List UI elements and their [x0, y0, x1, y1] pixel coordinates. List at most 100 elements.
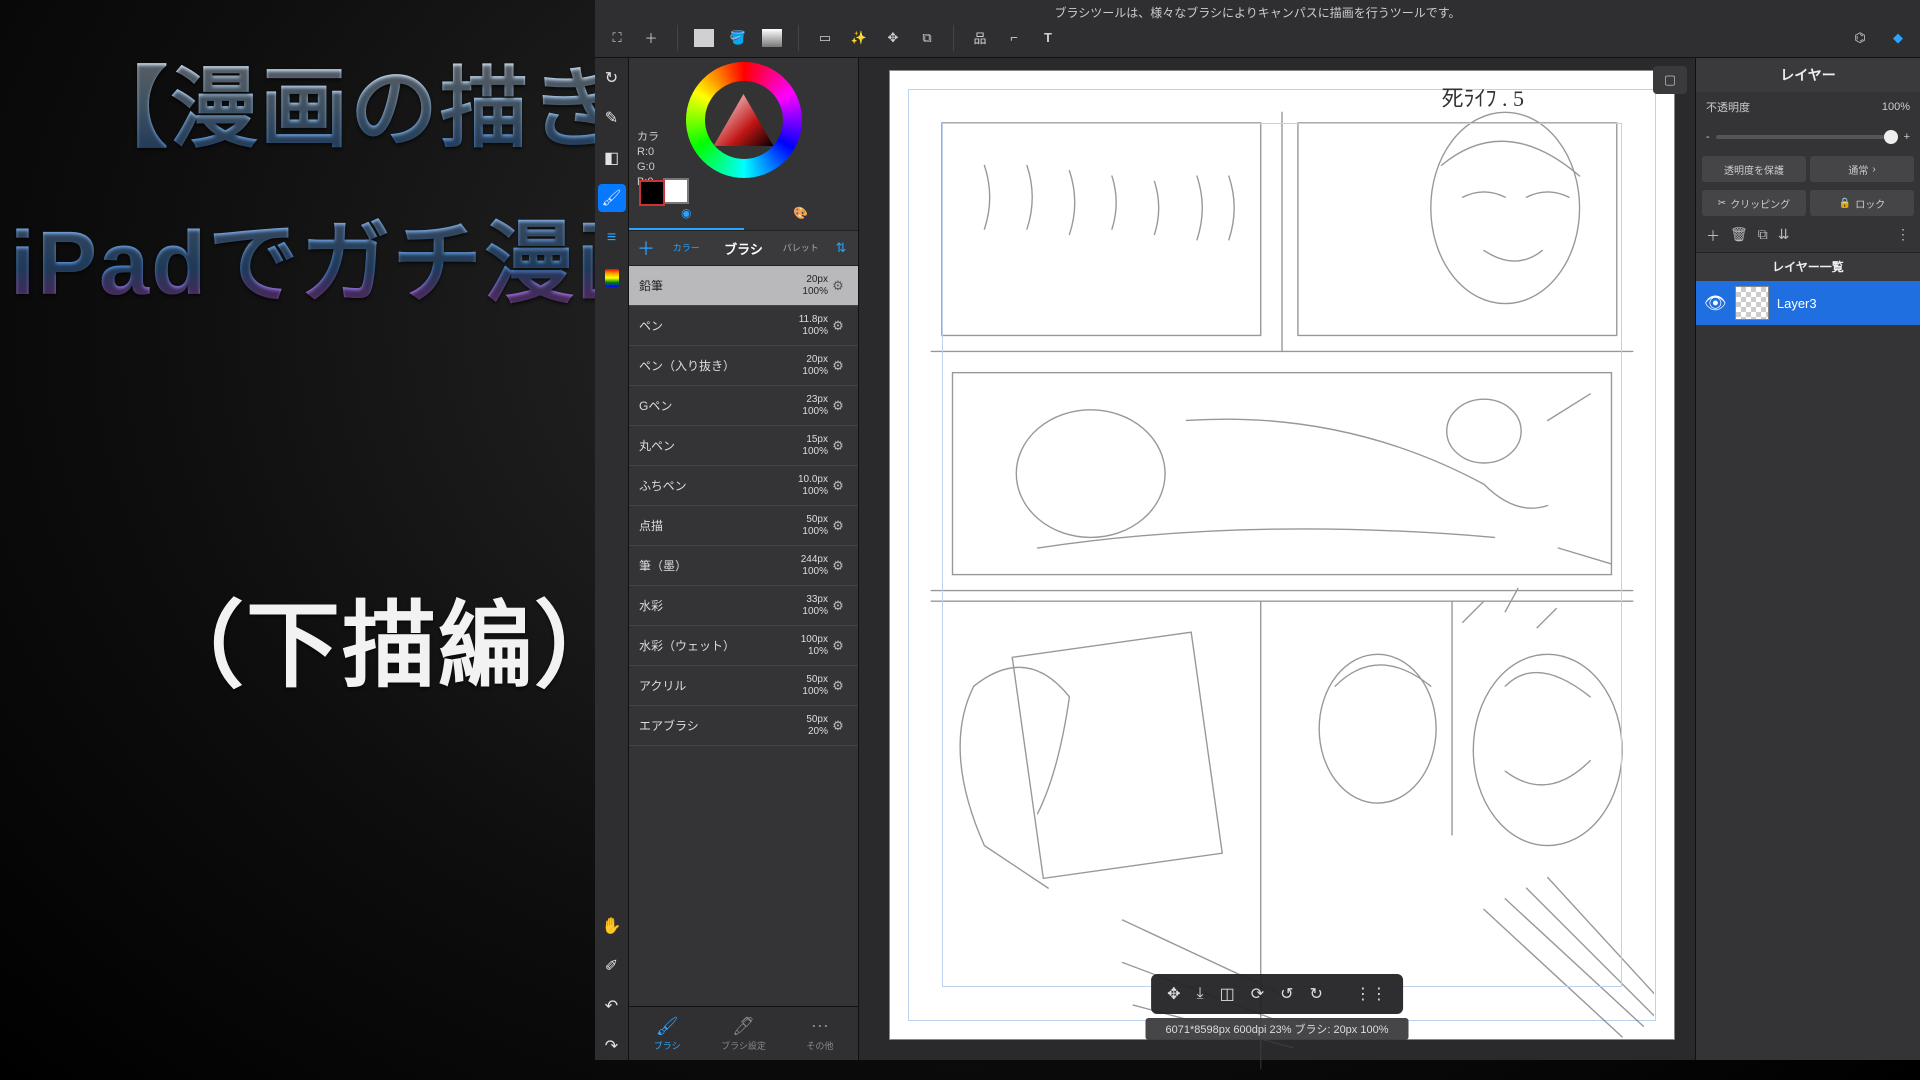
brush-values: 23px100%: [768, 394, 828, 418]
opacity-slider[interactable]: -+: [1696, 122, 1920, 152]
select-rect-icon[interactable]: ▭: [813, 26, 837, 50]
brush-item[interactable]: 点描50px100%⚙: [629, 506, 858, 546]
tooltip-hint: ブラシツールは、様々なブラシによりキャンパスに描画を行うツールです。: [595, 4, 1920, 21]
layers-icon[interactable]: ◆: [1886, 26, 1910, 50]
brush-values: 20px100%: [768, 354, 828, 378]
duplicate-layer-button[interactable]: ⧉: [1758, 226, 1768, 246]
brush-values: 100px10%: [768, 634, 828, 658]
tool-grid-icon[interactable]: ⋮⋮: [1355, 984, 1387, 1004]
add-icon[interactable]: ＋: [639, 26, 663, 50]
sketch-layer: [910, 91, 1654, 1080]
brush-name: エアブラシ: [639, 717, 768, 734]
undo-icon[interactable]: ↶: [598, 992, 626, 1020]
canvas-area[interactable]: ▢ 死ﾗｲﾌ . 5: [859, 0, 1695, 1060]
hand-tool-icon[interactable]: ✋: [598, 912, 626, 940]
gear-icon[interactable]: ⚙: [828, 438, 848, 454]
brush-list: 鉛筆20px100%⚙ペン11.8px100%⚙ペン（入り抜き）20px100%…: [629, 266, 858, 1006]
materials-icon[interactable]: ⌬: [1848, 26, 1872, 50]
brush-name: 鉛筆: [639, 277, 768, 294]
gear-icon[interactable]: ⚙: [828, 558, 848, 574]
layer-item[interactable]: 👁 Layer3: [1696, 281, 1920, 325]
visibility-icon[interactable]: 👁: [1704, 293, 1727, 314]
brush-item[interactable]: ふちペン10.0px100%⚙: [629, 466, 858, 506]
redo-icon[interactable]: ↷: [598, 1032, 626, 1060]
navigator-button[interactable]: ▢: [1653, 66, 1687, 94]
tool-move-icon[interactable]: ✥: [1167, 984, 1180, 1004]
transform-icon[interactable]: ✥: [881, 26, 905, 50]
lock-button[interactable]: 🔒 ロック: [1810, 190, 1914, 216]
rotate-tool-icon[interactable]: ↻: [598, 64, 626, 92]
gear-icon[interactable]: ⚙: [828, 398, 848, 414]
manga-page[interactable]: 死ﾗｲﾌ . 5: [889, 70, 1675, 1040]
color-tool-icon[interactable]: [598, 264, 626, 292]
sort-brush-button[interactable]: ⇅: [824, 240, 858, 256]
gear-icon[interactable]: ⚙: [828, 638, 848, 654]
wand-icon[interactable]: ✨: [847, 26, 871, 50]
layer-menu-button[interactable]: ⋮: [1896, 226, 1910, 246]
add-brush-button[interactable]: ＋: [629, 235, 663, 261]
brush-item[interactable]: 鉛筆20px100%⚙: [629, 266, 858, 306]
gear-icon[interactable]: ⚙: [828, 518, 848, 534]
gear-icon[interactable]: ⚙: [828, 318, 848, 334]
brush-name: Gペン: [639, 397, 768, 414]
gear-icon[interactable]: ⚙: [828, 718, 848, 734]
foreground-swatch[interactable]: [692, 26, 716, 50]
panel-icon[interactable]: 品: [968, 26, 992, 50]
tool-rotate-left-icon[interactable]: ↺: [1280, 984, 1293, 1004]
gear-icon[interactable]: ⚙: [828, 678, 848, 694]
brush-item[interactable]: エアブラシ50px20%⚙: [629, 706, 858, 746]
eyedropper-tool-icon[interactable]: ✐: [598, 952, 626, 980]
tool-deselect-icon[interactable]: ◫: [1220, 984, 1235, 1004]
tool-rotate-right-icon[interactable]: ↻: [1310, 984, 1323, 1004]
merge-layer-button[interactable]: ⇊: [1778, 226, 1790, 246]
gradient-swatch[interactable]: [760, 26, 784, 50]
bucket-icon[interactable]: 🪣: [726, 26, 750, 50]
brush-name: ペン（入り抜き）: [639, 357, 768, 374]
tab-palette[interactable]: 🎨パレット: [744, 196, 859, 230]
tool-import-icon[interactable]: ⤓: [1196, 985, 1203, 1003]
protect-alpha-button[interactable]: 透明度を保護: [1702, 156, 1806, 182]
brush-item[interactable]: 水彩（ウェット）100px10%⚙: [629, 626, 858, 666]
brush-item[interactable]: ペン11.8px100%⚙: [629, 306, 858, 346]
brush-item[interactable]: アクリル50px100%⚙: [629, 666, 858, 706]
fullscreen-icon[interactable]: ⛶: [605, 26, 629, 50]
brush-item[interactable]: 筆（墨）244px100%⚙: [629, 546, 858, 586]
overlay-title-line3: （下描編）: [150, 570, 630, 706]
tool-reset-rotate-icon[interactable]: ⟳: [1251, 984, 1264, 1004]
brush-item[interactable]: 丸ペン15px100%⚙: [629, 426, 858, 466]
blend-mode-button[interactable]: 通常 ›: [1810, 156, 1914, 182]
brush-name: ペン: [639, 317, 768, 334]
gear-icon[interactable]: ⚙: [828, 478, 848, 494]
ruler-icon[interactable]: ⌐: [1002, 26, 1026, 50]
brush-name: 水彩: [639, 597, 768, 614]
gear-icon[interactable]: ⚙: [828, 598, 848, 614]
delete-layer-button[interactable]: 🗑: [1730, 226, 1748, 246]
footer-tab-other[interactable]: ⋯その他: [782, 1007, 858, 1060]
text-tool-icon[interactable]: T: [1036, 26, 1060, 50]
left-tool-strip: ↻ ✎ ◧ 🖌 ≡ ✋ ✐ ↶ ↷: [595, 0, 629, 1060]
gear-icon[interactable]: ⚙: [828, 278, 848, 294]
footer-tab-settings[interactable]: 🖊ブラシ設定: [705, 1007, 781, 1060]
crop-icon[interactable]: ⧉: [915, 26, 939, 50]
brush-item[interactable]: 水彩33px100%⚙: [629, 586, 858, 626]
brush-values: 11.8px100%: [768, 314, 828, 338]
color-wheel[interactable]: [629, 60, 858, 180]
brush-item[interactable]: ペン（入り抜き）20px100%⚙: [629, 346, 858, 386]
tone-tool-icon[interactable]: ◧: [598, 144, 626, 172]
layer-name: Layer3: [1777, 296, 1817, 311]
pencil-tool-icon[interactable]: ✎: [598, 104, 626, 132]
clipping-button[interactable]: ✂ クリッピング: [1702, 190, 1806, 216]
brush-values: 20px100%: [768, 274, 828, 298]
brush-item[interactable]: Gペン23px100%⚙: [629, 386, 858, 426]
brush-name: 水彩（ウェット）: [639, 637, 768, 654]
list-tool-icon[interactable]: ≡: [598, 224, 626, 252]
drawing-app-window: ブラシツールは、様々なブラシによりキャンパスに描画を行うツールです。 ⛶ ＋ 🪣…: [595, 0, 1920, 1060]
brush-name: 点描: [639, 517, 768, 534]
opacity-row[interactable]: 不透明度 100%: [1696, 92, 1920, 122]
add-layer-button[interactable]: ＋: [1706, 226, 1720, 246]
gear-icon[interactable]: ⚙: [828, 358, 848, 374]
brush-tool-icon[interactable]: 🖌: [598, 184, 626, 212]
brush-values: 244px100%: [768, 554, 828, 578]
layers-panel: レイヤー 不透明度 100% -+ 透明度を保護 通常 › ✂ クリッピング 🔒…: [1695, 0, 1920, 1060]
footer-tab-brush[interactable]: 🖌ブラシ: [629, 1007, 705, 1060]
